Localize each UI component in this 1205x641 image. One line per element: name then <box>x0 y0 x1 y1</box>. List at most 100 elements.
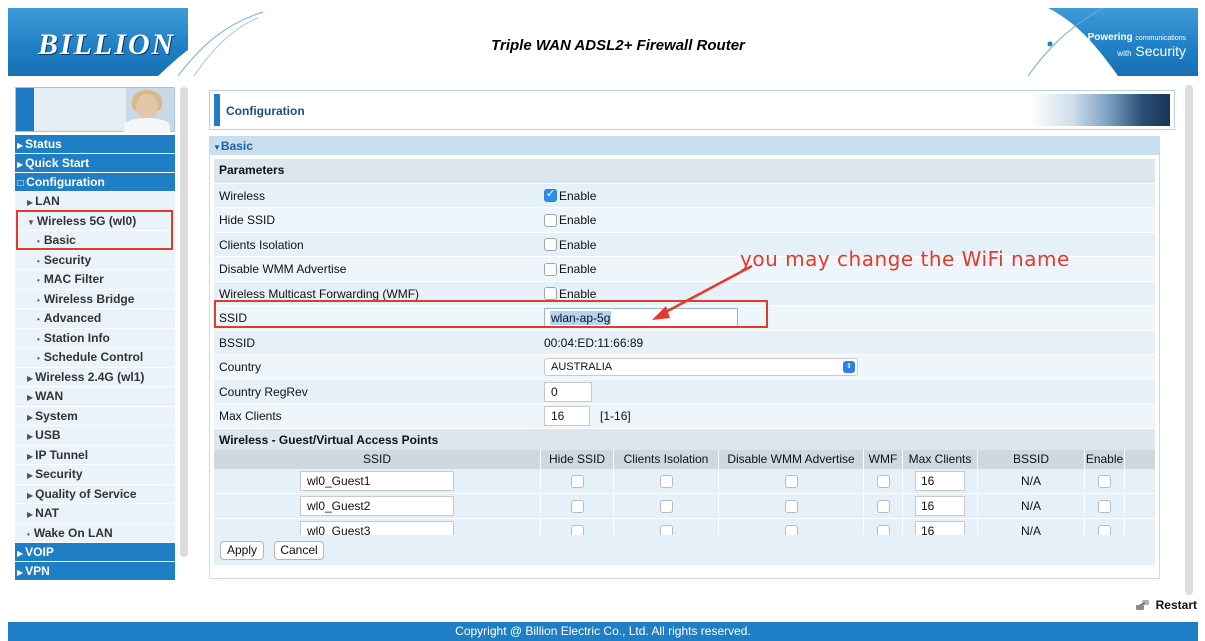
caret-right-icon: ▶ <box>27 510 34 519</box>
guest-enable-checkbox[interactable] <box>1098 499 1111 513</box>
guest-table-header: SSID Hide SSID Clients Isolation Disable… <box>214 450 1155 469</box>
guest-ssid-input[interactable]: wl0_Guest2 <box>300 496 454 516</box>
bullet-icon: • <box>27 529 30 539</box>
cancel-button[interactable]: Cancel <box>274 541 324 560</box>
sidebar-item-nat[interactable]: ▶ NAT <box>15 504 175 524</box>
guest-hide-ssid-checkbox[interactable] <box>570 499 584 513</box>
disable-wmm-checkbox[interactable] <box>544 262 557 276</box>
sidebar-item-station-info[interactable]: • Station Info <box>15 328 175 348</box>
page-title-bar: Configuration <box>209 90 1175 130</box>
row-bssid: BSSID 00:04:ED:11:66:89 <box>214 330 1155 355</box>
caret-right-icon: ▶ <box>27 490 34 500</box>
sidebar-item-wireless-24g[interactable]: ▶ Wireless 2.4G (wl1) <box>15 367 175 387</box>
caret-right-icon: ▶ <box>27 373 34 383</box>
updown-arrows-icon: ⇕ <box>843 361 855 373</box>
country-regrev-input[interactable]: 0 <box>544 381 592 402</box>
wmf-checkbox[interactable] <box>544 287 557 300</box>
powering-security-logo: Powering communications with Security <box>1087 32 1186 59</box>
page-title: Configuration <box>226 104 305 118</box>
square-icon: ☐ <box>17 179 25 188</box>
hide-ssid-checkbox[interactable] <box>544 213 557 227</box>
bullet-icon: • <box>37 315 40 324</box>
bullet-icon: • <box>37 354 40 363</box>
guest-disable-wmm-checkbox[interactable] <box>784 474 798 488</box>
sidebar-item-vpn[interactable]: ▶ VPN <box>15 562 175 581</box>
caret-right-icon: ▶ <box>27 471 34 480</box>
max-clients-hint: [1-16] <box>600 409 631 423</box>
guest-bssid: N/A <box>978 494 1085 518</box>
bullet-icon: • <box>37 256 40 266</box>
guest-hide-ssid-checkbox[interactable] <box>570 474 584 488</box>
billion-logo: BILLION <box>38 28 176 61</box>
caret-right-icon: ▶ <box>17 160 24 169</box>
sidebar-item-system[interactable]: ▶ System <box>15 406 175 426</box>
sidebar: ▶ Status ▶ Quick Start ☐ Configuration ▶ LAN… <box>15 87 175 595</box>
caret-right-icon: ▶ <box>17 141 24 150</box>
sidebar-item-ip-tunnel[interactable]: ▶ IP Tunnel <box>15 445 175 465</box>
clients-isolation-checkbox[interactable] <box>544 238 557 251</box>
caret-right-icon: ▶ <box>17 568 24 577</box>
sidebar-item-security-5g[interactable]: • Security <box>15 250 175 270</box>
main-scrollbar[interactable] <box>1185 85 1193 595</box>
guest-clients-isolation-checkbox[interactable] <box>659 474 673 488</box>
sidebar-item-advanced[interactable]: • Advanced <box>15 309 175 329</box>
annotation-box-sidebar <box>16 210 173 250</box>
sidebar-item-qos[interactable]: ▶ Quality of Service <box>15 484 175 504</box>
sidebar-scrollbar[interactable] <box>180 87 188 557</box>
sidebar-item-usb[interactable]: ▶ USB <box>15 426 175 446</box>
guest-wmf-checkbox[interactable] <box>876 474 890 488</box>
row-max-clients: Max Clients 16 [1-16] <box>214 404 1155 429</box>
row-wireless: Wireless Enable <box>214 183 1155 208</box>
bullet-icon: • <box>37 295 40 305</box>
bssid-value: 00:04:ED:11:66:89 <box>544 335 644 350</box>
guest-max-clients-input[interactable]: 16 <box>915 471 965 491</box>
sidebar-item-mac-filter[interactable]: • MAC Filter <box>15 270 175 290</box>
guest-ssid-input[interactable]: wl0_Guest1 <box>300 471 454 491</box>
sidebar-item-status[interactable]: ▶ Status <box>15 135 175 154</box>
router-title: Triple WAN ADSL2+ Firewall Router <box>491 37 745 54</box>
sidebar-item-configuration[interactable]: ☐ Configuration <box>15 173 175 192</box>
guest-max-clients-input[interactable]: 16 <box>915 496 965 516</box>
basic-section-header[interactable]: ▼Basic <box>210 137 1159 155</box>
caret-right-icon: ▶ <box>17 549 24 558</box>
annotation-arrow-icon <box>652 264 753 320</box>
footer-copyright: Copyright @ Billion Electric Co., Ltd. A… <box>8 622 1198 641</box>
table-row: wl0_Guest2 16 N/A <box>214 494 1155 519</box>
sidebar-item-security[interactable]: ▶ Security <box>15 465 175 485</box>
caret-right-icon: ▶ <box>27 412 34 422</box>
apply-button[interactable]: Apply <box>220 541 264 560</box>
sidebar-item-wake-on-lan[interactable]: • Wake On LAN <box>15 523 175 543</box>
sidebar-menu: ▶ Status ▶ Quick Start ☐ Configuration ▶ LAN… <box>15 135 175 581</box>
sidebar-item-quick-start[interactable]: ▶ Quick Start <box>15 154 175 173</box>
sidebar-item-voip[interactable]: ▶ VOIP <box>15 543 175 562</box>
caret-right-icon: ▶ <box>27 432 34 441</box>
button-row: Apply Cancel <box>214 535 1155 565</box>
restart-icon <box>1135 600 1149 610</box>
row-country-regrev: Country RegRev 0 <box>214 379 1155 404</box>
basic-section: ▼Basic Parameters Wireless Enable Hide S… <box>209 136 1160 579</box>
annotation-text: you may change the WiFi name <box>740 247 1070 271</box>
country-select[interactable]: AUSTRALIA ⇕ <box>544 358 858 376</box>
guest-clients-isolation-checkbox[interactable] <box>659 499 673 513</box>
row-country: Country AUSTRALIA ⇕ <box>214 355 1155 380</box>
guest-enable-checkbox[interactable] <box>1098 474 1111 488</box>
sidebar-item-lan[interactable]: ▶ LAN <box>15 192 175 212</box>
wireless-enable-checkbox[interactable] <box>544 187 557 202</box>
guest-disable-wmm-checkbox[interactable] <box>784 499 798 513</box>
caret-down-icon: ▼ <box>213 143 221 152</box>
restart-button[interactable]: Restart <box>1135 598 1197 612</box>
sidebar-item-wireless-bridge[interactable]: • Wireless Bridge <box>15 289 175 309</box>
parameters-header: Parameters <box>214 159 1155 184</box>
sidebar-item-wan[interactable]: ▶ WAN <box>15 387 175 407</box>
guest-bssid: N/A <box>978 469 1085 493</box>
caret-right-icon: ▶ <box>27 451 34 461</box>
guest-ap-table: SSID Hide SSID Clients Isolation Disable… <box>214 450 1155 544</box>
max-clients-input[interactable]: 16 <box>544 406 590 426</box>
sidebar-item-schedule-control[interactable]: • Schedule Control <box>15 348 175 368</box>
bullet-icon: • <box>37 334 40 344</box>
guest-wmf-checkbox[interactable] <box>876 499 890 513</box>
sidebar-photo <box>15 87 175 133</box>
header-decoration-image <box>1030 94 1170 126</box>
table-row: wl0_Guest1 16 N/A <box>214 469 1155 494</box>
main-panel: Configuration ▼Basic Parameters Wireless… <box>205 85 1180 595</box>
